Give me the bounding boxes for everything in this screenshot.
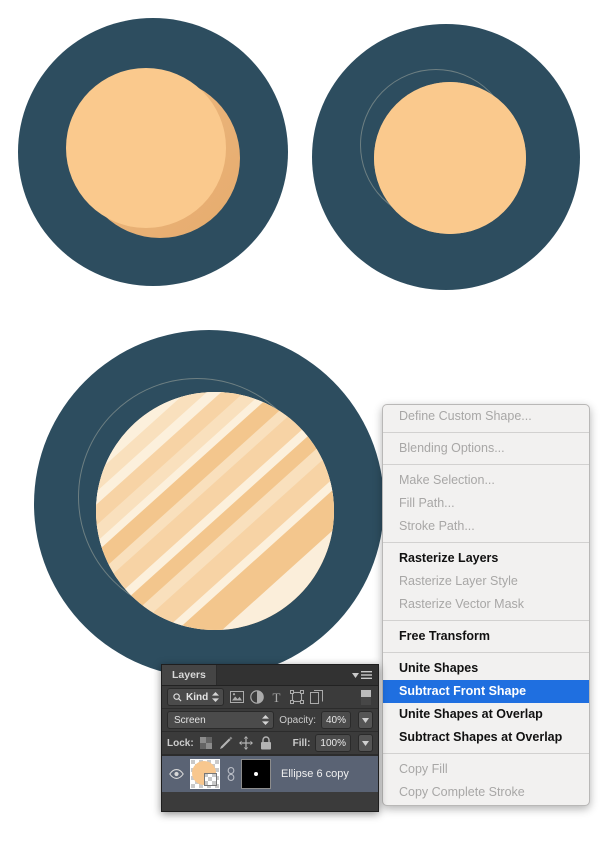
menu-separator <box>383 542 589 543</box>
planet-body <box>374 82 526 234</box>
blend-mode-value: Screen <box>174 714 206 726</box>
menu-item-rasterize-vector-mask: Rasterize Vector Mask <box>399 597 525 611</box>
menu-item-rasterize-layers[interactable]: Rasterize Layers <box>383 547 589 570</box>
layer-visibility-icon[interactable] <box>168 769 184 779</box>
planet-illustration-1 <box>18 18 288 286</box>
layer-filter-row[interactable]: Kind T <box>162 686 378 709</box>
filter-kind-label: Kind <box>186 691 209 703</box>
planet-body-striped <box>96 392 334 630</box>
planet-stripe-group <box>96 392 334 630</box>
planet-body <box>66 68 226 228</box>
opacity-label: Opacity: <box>279 714 316 726</box>
opacity-value: 40% <box>325 714 346 726</box>
menu-item-stroke-path: Stroke Path... <box>399 519 475 533</box>
mask-white-dot <box>254 771 258 776</box>
tab-layers[interactable]: Layers <box>162 665 217 685</box>
lock-row[interactable]: Lock: Fill: 100% <box>162 732 378 755</box>
layer-vector-mask-thumbnail[interactable] <box>241 759 271 789</box>
menu-item-define-custom-shape: Define Custom Shape... <box>399 409 532 423</box>
planet-illustration-3 <box>34 330 384 678</box>
filter-shape-icon[interactable] <box>289 690 304 705</box>
filter-pixel-icon[interactable] <box>229 690 244 705</box>
menu-separator <box>383 753 589 754</box>
menu-item-unite-shapes[interactable]: Unite Shapes <box>383 657 589 680</box>
menu-separator <box>383 432 589 433</box>
menu-item-rasterize-layer-style: Rasterize Layer Style <box>399 574 518 588</box>
chevron-down-icon <box>362 717 369 723</box>
planet-illustration-2 <box>312 24 580 290</box>
menu-item-copy-fill: Copy Fill <box>399 762 448 776</box>
layers-panel[interactable]: Layers Kind T Screen Opacity: 40% Lock: … <box>161 664 379 812</box>
opacity-value-field[interactable]: 40% <box>320 711 351 729</box>
filter-enable-toggle[interactable] <box>358 689 373 705</box>
menu-item-blending-options: Blending Options... <box>399 441 505 455</box>
tab-bar-filler <box>217 665 352 685</box>
updown-stepper-icon[interactable] <box>262 715 270 725</box>
fill-value-field[interactable]: 100% <box>315 734 351 752</box>
shape-context-menu[interactable]: Define Custom Shape... Blending Options..… <box>382 404 590 806</box>
fill-value: 100% <box>320 737 346 749</box>
layer-shape-thumbnail[interactable] <box>190 759 220 789</box>
svg-text:T: T <box>273 691 281 704</box>
fill-slider-button[interactable] <box>358 734 373 752</box>
menu-item-unite-shapes-at-overlap[interactable]: Unite Shapes at Overlap <box>383 703 589 726</box>
lock-label: Lock: <box>167 737 194 749</box>
filter-kind-select[interactable]: Kind <box>167 688 225 706</box>
chevron-down-icon <box>362 740 369 746</box>
filter-adjustment-icon[interactable] <box>249 690 264 705</box>
blend-mode-row[interactable]: Screen Opacity: 40% <box>162 709 378 732</box>
lock-transparent-pixels-icon[interactable] <box>199 736 214 751</box>
menu-separator <box>383 620 589 621</box>
search-icon <box>173 692 182 702</box>
panel-tab-bar: Layers <box>162 665 378 686</box>
menu-item-subtract-front-shape[interactable]: Subtract Front Shape <box>383 680 589 703</box>
menu-separator <box>383 464 589 465</box>
layer-link-icon[interactable] <box>226 767 235 781</box>
chevron-down-icon <box>352 672 359 678</box>
menu-separator <box>383 652 589 653</box>
tab-layers-label: Layers <box>172 669 206 681</box>
filter-smartobject-icon[interactable] <box>309 690 324 705</box>
blend-mode-select[interactable]: Screen <box>167 711 275 729</box>
panel-menu-button[interactable] <box>352 665 378 685</box>
opacity-slider-button[interactable] <box>358 711 373 729</box>
menu-item-copy-complete-stroke: Copy Complete Stroke <box>399 785 525 799</box>
layer-name-label[interactable]: Ellipse 6 copy <box>277 768 349 780</box>
lock-all-icon[interactable] <box>259 736 274 751</box>
menu-item-fill-path: Fill Path... <box>399 496 455 510</box>
updown-stepper-icon[interactable] <box>212 692 220 702</box>
table-row[interactable]: Ellipse 6 copy <box>162 755 378 792</box>
vector-shape-badge-icon <box>204 773 217 786</box>
lock-position-icon[interactable] <box>239 736 254 751</box>
menu-item-free-transform[interactable]: Free Transform <box>383 625 589 648</box>
lock-image-pixels-icon[interactable] <box>219 736 234 751</box>
fill-label: Fill: <box>292 737 311 749</box>
hamburger-icon <box>361 670 372 679</box>
menu-item-make-selection: Make Selection... <box>399 473 495 487</box>
filter-type-icon[interactable]: T <box>269 690 284 705</box>
menu-item-subtract-shapes-at-overlap[interactable]: Subtract Shapes at Overlap <box>383 726 589 749</box>
